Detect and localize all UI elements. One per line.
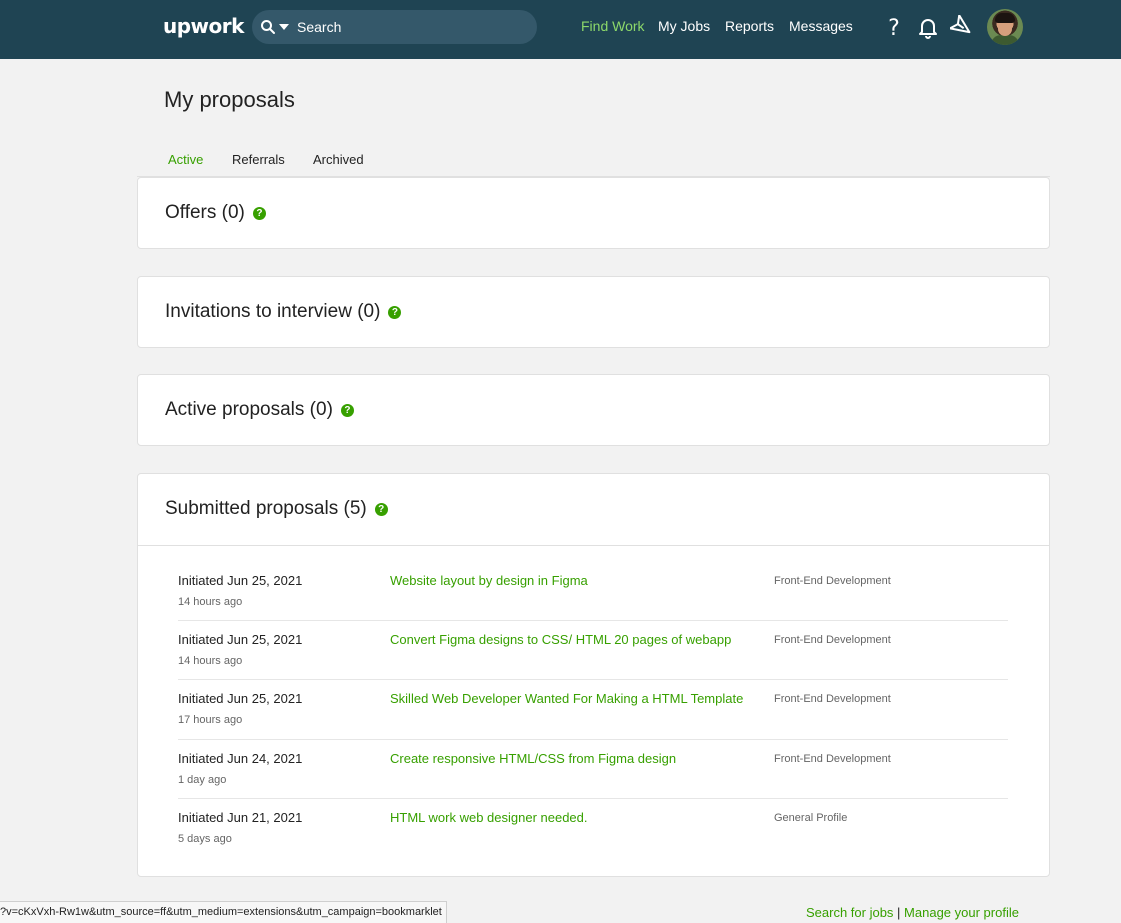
row-divider — [178, 739, 1008, 740]
active-proposals-title: Active proposals (0) — [165, 399, 333, 420]
bell-icon[interactable] — [916, 15, 940, 39]
help-icon[interactable]: ? — [340, 404, 354, 417]
row-divider — [178, 679, 1008, 680]
time-ago: 17 hours ago — [178, 714, 243, 726]
manage-profile-link[interactable]: Manage your profile — [904, 905, 1019, 920]
nav-my-jobs[interactable]: My Jobs — [658, 18, 710, 34]
search-input[interactable]: Search — [297, 19, 341, 35]
offers-title: Offers (0) — [165, 202, 245, 223]
search-for-jobs-link[interactable]: Search for jobs — [806, 905, 893, 920]
send-icon[interactable] — [950, 15, 974, 39]
row-divider — [178, 798, 1008, 799]
search-scope-chevron-down-icon[interactable] — [279, 24, 289, 30]
time-ago: 14 hours ago — [178, 655, 243, 667]
initiated-date: Initiated Jun 25, 2021 — [178, 573, 303, 588]
help-icon[interactable]: ? — [882, 15, 906, 39]
nav-find-work[interactable]: Find Work — [581, 18, 645, 34]
proposal-row: Initiated Jun 24, 2021 1 day ago Create … — [178, 751, 1008, 810]
job-title-link[interactable]: HTML work web designer needed. — [390, 810, 588, 825]
top-navbar: upwork Search Find Work My Jobs Reports … — [0, 0, 1121, 59]
footer-links: Search for jobs | Manage your profile — [806, 905, 1019, 920]
active-proposals-card: Active proposals (0)? — [137, 374, 1050, 446]
card-divider — [138, 545, 1049, 546]
tab-active[interactable]: Active — [168, 152, 204, 178]
submitted-proposals-title: Submitted proposals (5) — [165, 498, 367, 519]
tab-archived[interactable]: Archived — [313, 152, 364, 178]
submitted-proposals-heading: Submitted proposals (5)? — [165, 498, 388, 520]
job-category: Front-End Development — [774, 634, 891, 646]
status-bar-url: ?v=cKxVxh-Rw1w&utm_source=ff&utm_medium=… — [0, 901, 447, 923]
time-ago: 5 days ago — [178, 833, 232, 845]
help-icon[interactable]: ? — [388, 306, 402, 319]
invitations-card: Invitations to interview (0)? — [137, 276, 1050, 348]
tab-referrals[interactable]: Referrals — [232, 152, 285, 178]
invitations-heading: Invitations to interview (0)? — [165, 301, 402, 323]
initiated-date: Initiated Jun 24, 2021 — [178, 751, 303, 766]
help-icon[interactable]: ? — [252, 207, 266, 220]
submitted-proposals-card: Submitted proposals (5)? Initiated Jun 2… — [137, 473, 1050, 877]
page-title: My proposals — [164, 87, 295, 112]
row-divider — [178, 620, 1008, 621]
initiated-date: Initiated Jun 25, 2021 — [178, 632, 303, 647]
proposal-row: Initiated Jun 21, 2021 5 days ago HTML w… — [178, 810, 1008, 869]
search-bar[interactable]: Search — [252, 10, 537, 44]
time-ago: 1 day ago — [178, 774, 227, 786]
initiated-date: Initiated Jun 25, 2021 — [178, 691, 303, 706]
svg-text:?: ? — [888, 16, 900, 39]
time-ago: 14 hours ago — [178, 596, 243, 608]
job-title-link[interactable]: Convert Figma designs to CSS/ HTML 20 pa… — [390, 632, 731, 647]
search-icon[interactable] — [260, 19, 276, 35]
job-category: Front-End Development — [774, 753, 891, 765]
nav-reports[interactable]: Reports — [725, 18, 774, 34]
initiated-date: Initiated Jun 21, 2021 — [178, 810, 303, 825]
nav-messages[interactable]: Messages — [789, 18, 853, 34]
upwork-logo[interactable]: upwork — [163, 14, 244, 38]
job-title-link[interactable]: Skilled Web Developer Wanted For Making … — [390, 691, 743, 706]
proposal-row: Initiated Jun 25, 2021 14 hours ago Webs… — [178, 573, 1008, 632]
job-title-link[interactable]: Website layout by design in Figma — [390, 573, 588, 588]
avatar[interactable] — [987, 9, 1023, 45]
job-category: General Profile — [774, 812, 848, 824]
job-title-link[interactable]: Create responsive HTML/CSS from Figma de… — [390, 751, 676, 766]
offers-card: Offers (0)? — [137, 177, 1050, 249]
proposal-row: Initiated Jun 25, 2021 14 hours ago Conv… — [178, 632, 1008, 691]
invitations-title: Invitations to interview (0) — [165, 301, 381, 322]
help-icon[interactable]: ? — [374, 503, 388, 516]
job-category: Front-End Development — [774, 575, 891, 587]
proposal-row: Initiated Jun 25, 2021 17 hours ago Skil… — [178, 691, 1008, 750]
offers-heading: Offers (0)? — [165, 202, 266, 224]
footer-separator: | — [893, 905, 905, 920]
job-category: Front-End Development — [774, 693, 891, 705]
active-proposals-heading: Active proposals (0)? — [165, 399, 354, 421]
